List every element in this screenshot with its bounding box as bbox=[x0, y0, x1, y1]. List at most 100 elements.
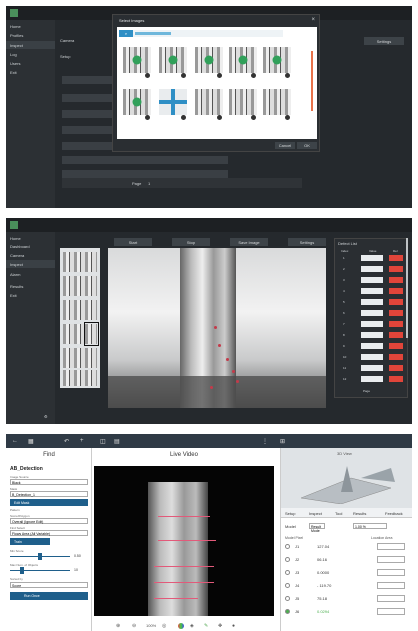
model-select[interactable]: Result Mode bbox=[309, 523, 325, 533]
result-radio[interactable] bbox=[285, 544, 290, 549]
mask-select[interactable]: B_Detection_1 bbox=[10, 491, 88, 497]
close-icon[interactable]: × bbox=[311, 17, 315, 23]
zoom-out-icon[interactable]: ⊖ bbox=[132, 623, 136, 629]
row-value-field[interactable] bbox=[361, 343, 383, 349]
delete-button[interactable] bbox=[389, 299, 403, 305]
stop-button[interactable]: Stop bbox=[172, 238, 210, 246]
find-select[interactable]: Flows Area (All Variable) bbox=[10, 530, 88, 536]
run-once-button[interactable]: Run Once bbox=[10, 592, 88, 600]
color-icon[interactable] bbox=[178, 623, 184, 629]
sidebar-item-users[interactable]: Users bbox=[10, 61, 20, 66]
thumbnail[interactable] bbox=[263, 89, 291, 115]
main-inspection-image[interactable] bbox=[108, 248, 326, 408]
live-video-feed[interactable] bbox=[94, 466, 274, 616]
search-icon[interactable]: ⌕ bbox=[119, 30, 133, 37]
result-location-field[interactable] bbox=[377, 556, 405, 563]
max-objects-slider[interactable] bbox=[10, 570, 70, 571]
result-radio[interactable] bbox=[285, 583, 290, 588]
film-frame[interactable] bbox=[63, 348, 97, 368]
sidebar-item-camera[interactable]: Camera bbox=[10, 253, 24, 258]
sidebar-item-results[interactable]: Results bbox=[10, 284, 23, 289]
thumbnail[interactable] bbox=[159, 89, 187, 115]
record-icon[interactable]: ● bbox=[232, 623, 235, 629]
film-frame[interactable] bbox=[63, 370, 97, 386]
delete-button[interactable] bbox=[389, 310, 403, 316]
tab-tool[interactable]: Tool bbox=[335, 511, 342, 516]
zoom-in-icon[interactable]: ⊕ bbox=[116, 623, 120, 629]
result-location-field[interactable] bbox=[377, 582, 405, 589]
edit-mask-button[interactable]: Edit Mask bbox=[10, 499, 88, 506]
tab-feedback[interactable]: Feedback bbox=[385, 511, 403, 516]
film-frame[interactable] bbox=[63, 300, 97, 320]
row-value-field[interactable] bbox=[361, 321, 383, 327]
scrollbar[interactable] bbox=[311, 51, 313, 111]
delete-button[interactable] bbox=[389, 277, 403, 283]
row-value-field[interactable] bbox=[361, 255, 383, 261]
grid-icon[interactable]: ▦ bbox=[28, 438, 34, 445]
film-frame[interactable] bbox=[63, 252, 97, 272]
settings-button[interactable]: Settings bbox=[288, 238, 326, 246]
pager-num[interactable]: 1 bbox=[148, 181, 150, 186]
delete-button[interactable] bbox=[389, 332, 403, 338]
row-value-field[interactable] bbox=[361, 354, 383, 360]
thumbnail[interactable] bbox=[195, 47, 223, 73]
tab-inspect[interactable]: Inspect bbox=[309, 511, 322, 516]
row-value-field[interactable] bbox=[361, 332, 383, 338]
settings-button[interactable]: Settings bbox=[364, 37, 404, 45]
sidebar-item-exit[interactable]: Exit bbox=[10, 70, 17, 75]
row-value-field[interactable] bbox=[361, 277, 383, 283]
result-radio[interactable] bbox=[285, 557, 290, 562]
result-location-field[interactable] bbox=[377, 569, 405, 576]
list-row[interactable] bbox=[62, 142, 112, 150]
row-value-field[interactable] bbox=[361, 376, 383, 382]
layers-icon[interactable]: ▤ bbox=[114, 438, 120, 445]
tab-setup[interactable]: Setup bbox=[285, 511, 295, 516]
filmstrip[interactable] bbox=[60, 248, 100, 388]
result-location-field[interactable] bbox=[377, 543, 405, 550]
sidebar-item-inspect[interactable]: Inspect bbox=[6, 260, 55, 268]
save-image-button[interactable]: Save Image bbox=[230, 238, 268, 246]
thumbnail[interactable] bbox=[123, 47, 151, 73]
train-button[interactable]: Train bbox=[10, 538, 50, 545]
thumbnail[interactable] bbox=[159, 47, 187, 73]
thumbnail[interactable] bbox=[195, 89, 223, 115]
sorted-by-select[interactable]: Score bbox=[10, 582, 88, 588]
list-row[interactable] bbox=[62, 126, 112, 134]
thumbnail[interactable] bbox=[263, 47, 291, 73]
row-value-field[interactable] bbox=[361, 288, 383, 294]
3d-icon[interactable]: ◈ bbox=[190, 623, 194, 629]
settings-icon[interactable]: ⊞ bbox=[280, 438, 285, 445]
delete-button[interactable] bbox=[389, 376, 403, 382]
add-icon[interactable]: + bbox=[80, 438, 84, 444]
list-row[interactable] bbox=[62, 170, 228, 178]
result-location-field[interactable] bbox=[377, 595, 405, 602]
sidebar-item-home[interactable]: Home bbox=[10, 24, 21, 29]
sidebar-item-log[interactable]: Log bbox=[10, 52, 17, 57]
draw-icon[interactable]: ✎ bbox=[204, 623, 208, 629]
delete-button[interactable] bbox=[389, 354, 403, 360]
sidebar-item-profiles[interactable]: Profiles bbox=[10, 33, 23, 38]
delete-button[interactable] bbox=[389, 288, 403, 294]
image-source-select[interactable]: Black bbox=[10, 479, 88, 485]
film-frame[interactable] bbox=[63, 276, 97, 296]
row-value-field[interactable] bbox=[361, 310, 383, 316]
thumbnail[interactable] bbox=[229, 47, 257, 73]
undo-icon[interactable]: ↶ bbox=[64, 438, 69, 445]
sidebar-item-exit[interactable]: Exit bbox=[10, 293, 17, 298]
3d-view[interactable]: 3D View bbox=[281, 448, 412, 508]
delete-button[interactable] bbox=[389, 255, 403, 261]
delete-button[interactable] bbox=[389, 343, 403, 349]
slider-handle[interactable] bbox=[20, 567, 24, 574]
result-radio[interactable] bbox=[285, 596, 290, 601]
result-radio[interactable] bbox=[285, 570, 290, 575]
row-value-field[interactable] bbox=[361, 299, 383, 305]
sidebar-item-alarm[interactable]: Alarm bbox=[10, 272, 20, 277]
fit-icon[interactable]: ◎ bbox=[162, 623, 166, 629]
delete-button[interactable] bbox=[389, 266, 403, 272]
back-icon[interactable]: ← bbox=[12, 438, 18, 444]
thumbnail[interactable] bbox=[123, 89, 151, 115]
result-location-field[interactable] bbox=[377, 608, 405, 615]
sidebar-item-home[interactable]: Home bbox=[10, 236, 21, 241]
row-value-field[interactable] bbox=[361, 365, 383, 371]
sidebar-item-dashboard[interactable]: Dashboard bbox=[10, 244, 30, 249]
